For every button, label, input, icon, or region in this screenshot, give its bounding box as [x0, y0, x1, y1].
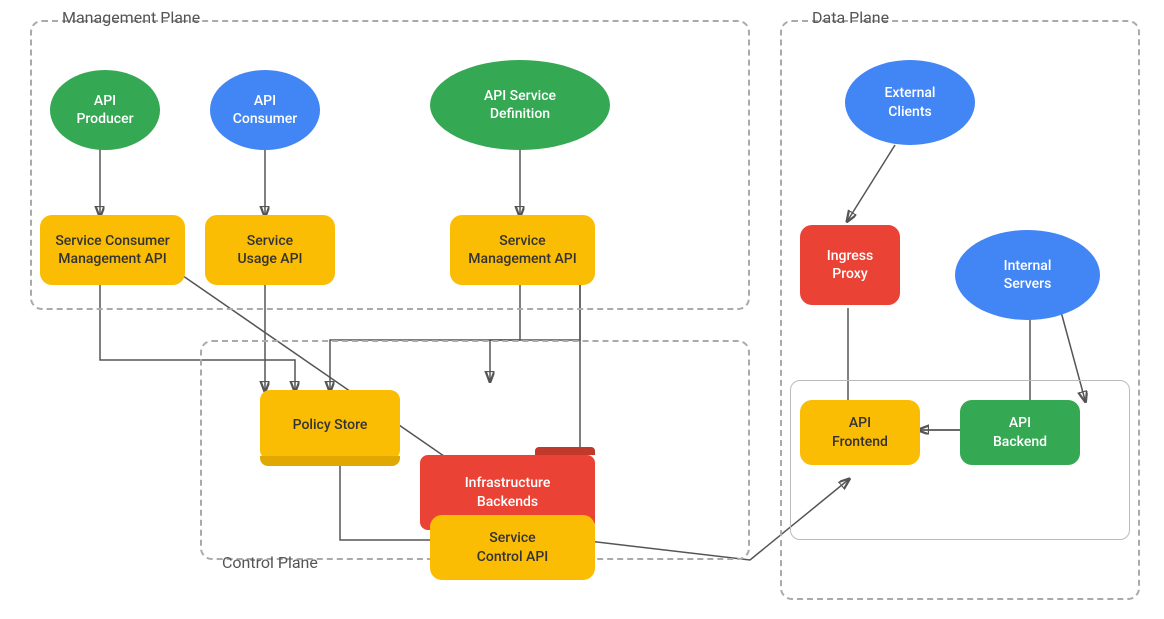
- data-plane-label: Data Plane: [812, 8, 889, 27]
- diagram-container: Management Plane Data Plane Control Plan…: [0, 0, 1164, 619]
- service-consumer-mgmt-api-node: Service Consumer Management API: [40, 215, 185, 285]
- api-consumer-node: API Consumer: [210, 70, 320, 150]
- management-plane-label: Management Plane: [62, 8, 200, 27]
- api-service-definition-node: API Service Definition: [430, 60, 610, 150]
- external-clients-node: External Clients: [845, 60, 975, 145]
- api-frontend-node: API Frontend: [800, 400, 920, 465]
- policy-store-node: Policy Store: [260, 390, 400, 460]
- ingress-proxy-node: Ingress Proxy: [800, 225, 900, 305]
- service-management-api-node: Service Management API: [450, 215, 595, 285]
- service-usage-api-node: Service Usage API: [205, 215, 335, 285]
- control-plane-label: Control Plane: [222, 553, 318, 572]
- api-producer-node: API Producer: [50, 70, 160, 150]
- internal-servers-node: Internal Servers: [955, 230, 1100, 320]
- api-backend-node: API Backend: [960, 400, 1080, 465]
- service-control-api-node: Service Control API: [430, 515, 595, 580]
